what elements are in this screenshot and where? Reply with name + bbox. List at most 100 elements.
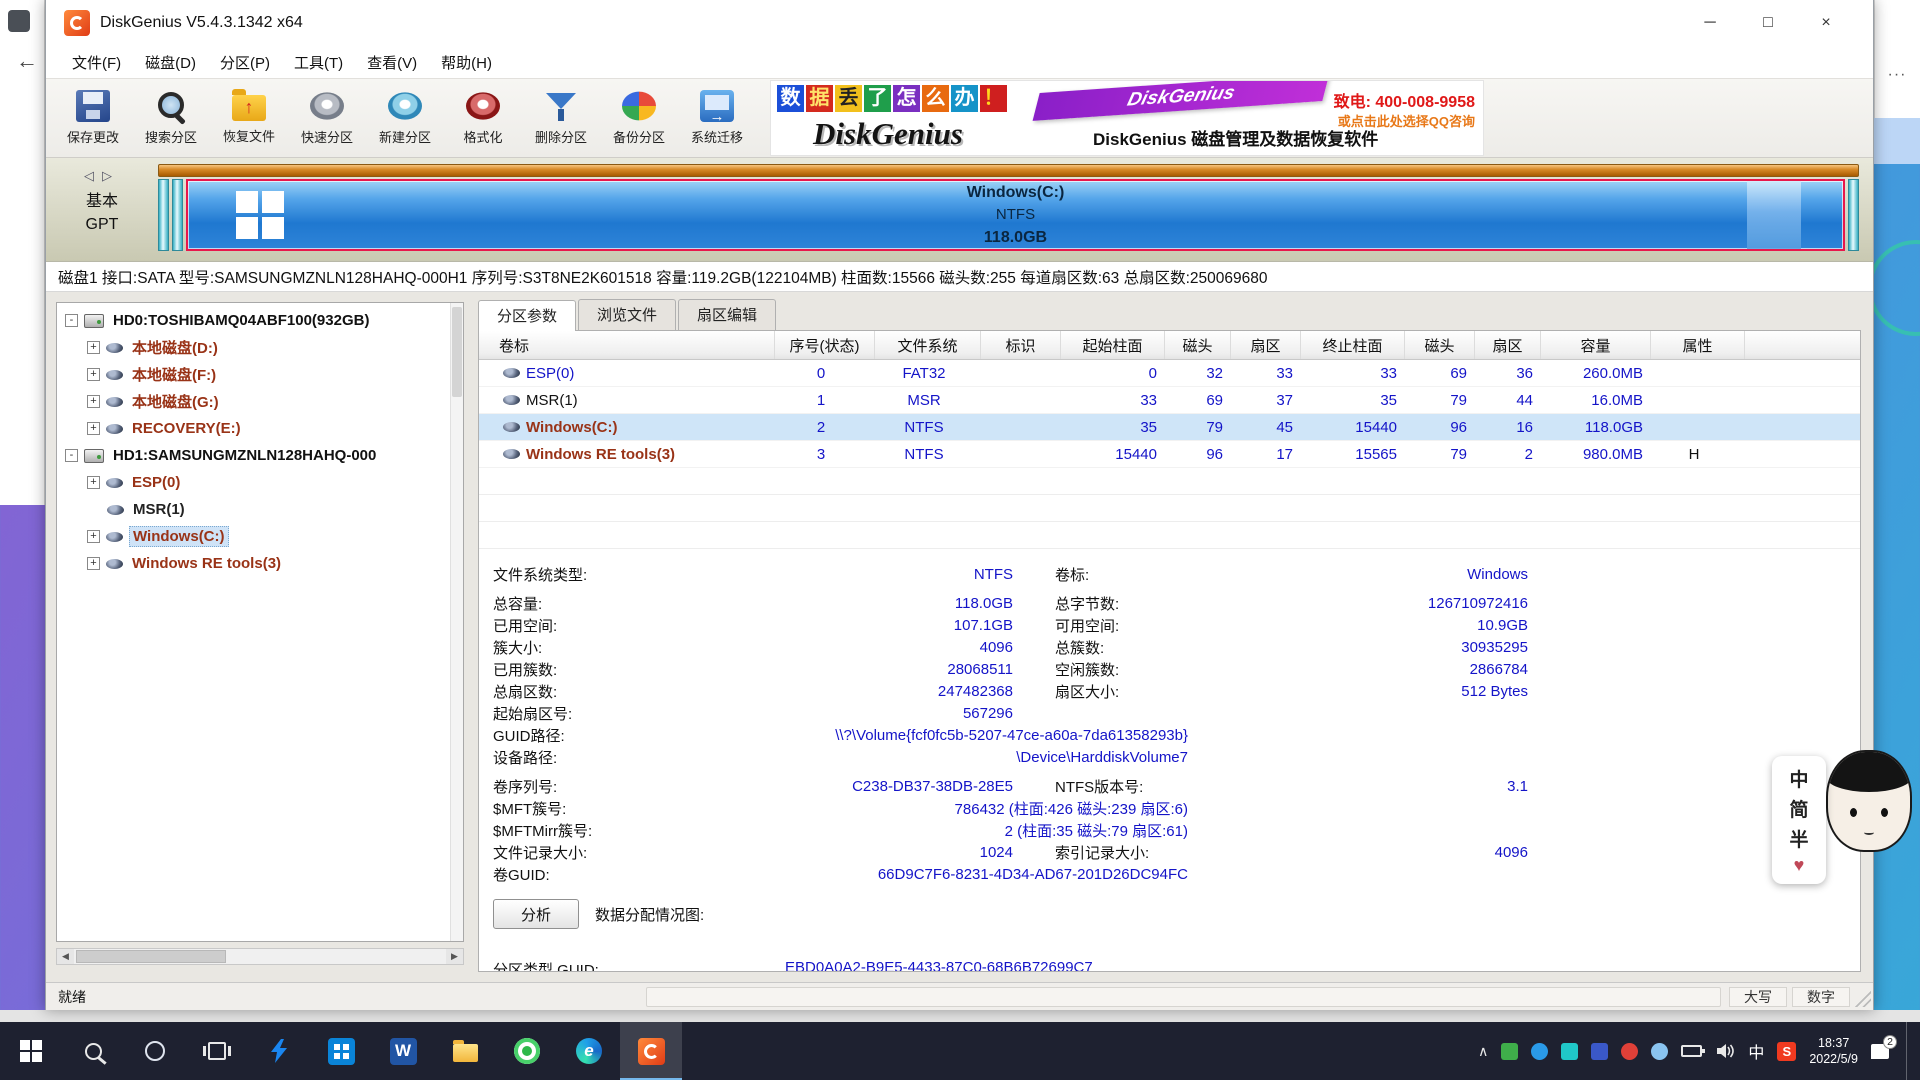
power-icon[interactable] xyxy=(1681,1045,1702,1057)
esp-partition-strip[interactable] xyxy=(158,179,169,251)
tree-item-2[interactable]: +本地磁盘(F:) xyxy=(57,361,463,388)
scroll-left-arrow[interactable]: ◀ xyxy=(57,949,74,964)
tree-item-4[interactable]: +RECOVERY(E:) xyxy=(57,415,463,442)
menu-item-1[interactable]: 磁盘(D) xyxy=(133,48,208,77)
tree-item-8[interactable]: +Windows(C:) xyxy=(57,523,463,550)
taskbar-search-button[interactable] xyxy=(62,1022,124,1080)
tree-item-1[interactable]: +本地磁盘(D:) xyxy=(57,334,463,361)
detail-value: \\?\Volume{fcf0fc5b-5207-47ce-a60a-7da61… xyxy=(683,727,1188,744)
toolbar-button-new[interactable]: 新建分区 xyxy=(366,81,444,155)
tray-security-icon[interactable] xyxy=(1621,1043,1638,1060)
browser-360-button[interactable] xyxy=(496,1022,558,1080)
word-app-button[interactable]: W xyxy=(372,1022,434,1080)
tree-item-9[interactable]: +Windows RE tools(3) xyxy=(57,550,463,577)
table-row[interactable]: Windows(C:)2NTFS357945154409616118.0GB xyxy=(479,414,1860,441)
volume-icon[interactable] xyxy=(1715,1042,1735,1060)
ad-headline-char: 么 xyxy=(922,85,949,112)
cortana-button[interactable] xyxy=(124,1022,186,1080)
tray-cloud-icon[interactable] xyxy=(1531,1043,1548,1060)
tree-item-0[interactable]: -HD0:TOSHIBAMQ04ABF100(932GB) xyxy=(57,307,463,334)
menu-item-4[interactable]: 查看(V) xyxy=(355,48,429,77)
overflow-menu-icon[interactable]: ··· xyxy=(1874,66,1920,84)
menu-item-5[interactable]: 帮助(H) xyxy=(429,48,504,77)
background-scrollbar[interactable] xyxy=(1874,118,1920,164)
next-disk-arrow[interactable]: ▷ xyxy=(102,168,120,183)
toolbar-button-format[interactable]: 格式化 xyxy=(444,81,522,155)
close-button[interactable]: × xyxy=(1797,0,1855,46)
expander-icon[interactable]: - xyxy=(65,449,78,462)
expander-icon[interactable]: + xyxy=(87,368,100,381)
expander-icon[interactable]: + xyxy=(87,530,100,543)
analyze-button[interactable]: 分析 xyxy=(493,899,579,929)
tray-snowflake-icon[interactable] xyxy=(1651,1043,1668,1060)
tray-expand-icon[interactable]: ∧ xyxy=(1478,1043,1488,1060)
tree-item-3[interactable]: +本地磁盘(G:) xyxy=(57,388,463,415)
toolbar-button-search[interactable]: 搜索分区 xyxy=(132,81,210,155)
menu-item-0[interactable]: 文件(F) xyxy=(60,48,133,77)
table-row[interactable]: ESP(0)0FAT3203233336936260.0MB xyxy=(479,360,1860,387)
file-explorer-button[interactable] xyxy=(434,1022,496,1080)
table-row[interactable]: Windows RE tools(3)3NTFS1544096171556579… xyxy=(479,441,1860,468)
notification-center-button[interactable]: 2 xyxy=(1871,1041,1893,1061)
msr-partition-strip[interactable] xyxy=(172,179,183,251)
edge-button[interactable]: e xyxy=(558,1022,620,1080)
expander-icon[interactable]: + xyxy=(87,476,100,489)
sogou-icon[interactable]: S xyxy=(1777,1042,1796,1061)
menu-item-3[interactable]: 工具(T) xyxy=(282,48,355,77)
detail-label: 卷标: xyxy=(1055,564,1245,585)
tree-horizontal-scrollbar[interactable]: ◀ ▶ xyxy=(56,948,464,965)
tree-item-5[interactable]: -HD1:SAMSUNGMZNLN128HAHQ-000 xyxy=(57,442,463,469)
menu-item-2[interactable]: 分区(P) xyxy=(208,48,282,77)
tab-sector-edit[interactable]: 扇区编辑 xyxy=(678,299,776,330)
toolbar-button-backup[interactable]: 备份分区 xyxy=(600,81,678,155)
scrollbar-thumb[interactable] xyxy=(76,950,226,963)
toolbar-button-save[interactable]: 保存更改 xyxy=(54,81,132,155)
tab-partition-params[interactable]: 分区参数 xyxy=(478,300,576,331)
minimize-button[interactable]: ─ xyxy=(1681,0,1739,46)
volume-name-cell: MSR(1) xyxy=(479,392,775,409)
tray-qq-icon[interactable] xyxy=(1591,1043,1608,1060)
ad-banner[interactable]: 数据丢了怎么办！ DiskGenius DiskGenius 致电: 400-0… xyxy=(770,80,1484,156)
diskgenius-taskbar-button[interactable] xyxy=(620,1022,682,1080)
status-bar: 就绪 大写 数字 xyxy=(46,982,1873,1010)
scrollbar-thumb[interactable] xyxy=(452,307,462,397)
expander-icon[interactable]: + xyxy=(87,557,100,570)
detail-label: 总扇区数: xyxy=(493,681,683,702)
toolbar-button-recover[interactable]: 恢复文件 xyxy=(210,81,288,155)
tray-utility-icon[interactable] xyxy=(1561,1043,1578,1060)
taskbar-clock[interactable]: 18:37 2022/5/9 xyxy=(1809,1035,1858,1068)
re-tools-partition-strip[interactable] xyxy=(1848,179,1859,251)
task-view-button[interactable] xyxy=(186,1022,248,1080)
disk-nav-arrows[interactable]: ◁▷ xyxy=(84,167,120,186)
tree-item-7[interactable]: MSR(1) xyxy=(57,496,463,523)
expander-icon[interactable]: + xyxy=(87,341,100,354)
ime-language-indicator[interactable]: 中 xyxy=(1748,1039,1764,1063)
column-header-10: 容量 xyxy=(1541,331,1651,359)
expander-icon[interactable]: + xyxy=(87,422,100,435)
toolbar-button-delete[interactable]: 删除分区 xyxy=(522,81,600,155)
resize-grip[interactable] xyxy=(1855,987,1871,1007)
store-app-button[interactable] xyxy=(310,1022,372,1080)
maximize-button[interactable]: □ xyxy=(1739,0,1797,46)
expander-icon[interactable]: + xyxy=(87,395,100,408)
back-arrow-icon[interactable]: ← xyxy=(16,48,38,74)
column-header-7: 终止柱面 xyxy=(1301,331,1405,359)
expander-icon[interactable]: - xyxy=(65,314,78,327)
start-button[interactable] xyxy=(0,1022,62,1080)
windows-c-partition-block[interactable]: Windows(C:) NTFS 118.0GB xyxy=(186,179,1845,251)
ime-floating-widget[interactable]: 中简半 ♥ xyxy=(1772,756,1826,884)
tray-antivirus-icon[interactable] xyxy=(1501,1043,1518,1060)
tab-browse-files[interactable]: 浏览文件 xyxy=(578,299,676,330)
scroll-right-arrow[interactable]: ▶ xyxy=(446,949,463,964)
detail-value: 126710972416 xyxy=(1245,595,1528,612)
window-controls: ─ □ × xyxy=(1681,0,1855,46)
show-desktop-button[interactable] xyxy=(1906,1022,1912,1080)
background-window-left: ← xyxy=(0,0,45,505)
tree-vertical-scrollbar[interactable] xyxy=(450,303,463,941)
prev-disk-arrow[interactable]: ◁ xyxy=(84,168,102,183)
toolbar-button-migrate[interactable]: 系统迁移 xyxy=(678,81,756,155)
tree-item-6[interactable]: +ESP(0) xyxy=(57,469,463,496)
thunder-app-button[interactable] xyxy=(248,1022,310,1080)
toolbar-button-quick[interactable]: 快速分区 xyxy=(288,81,366,155)
table-row[interactable]: MSR(1)1MSR33693735794416.0MB xyxy=(479,387,1860,414)
